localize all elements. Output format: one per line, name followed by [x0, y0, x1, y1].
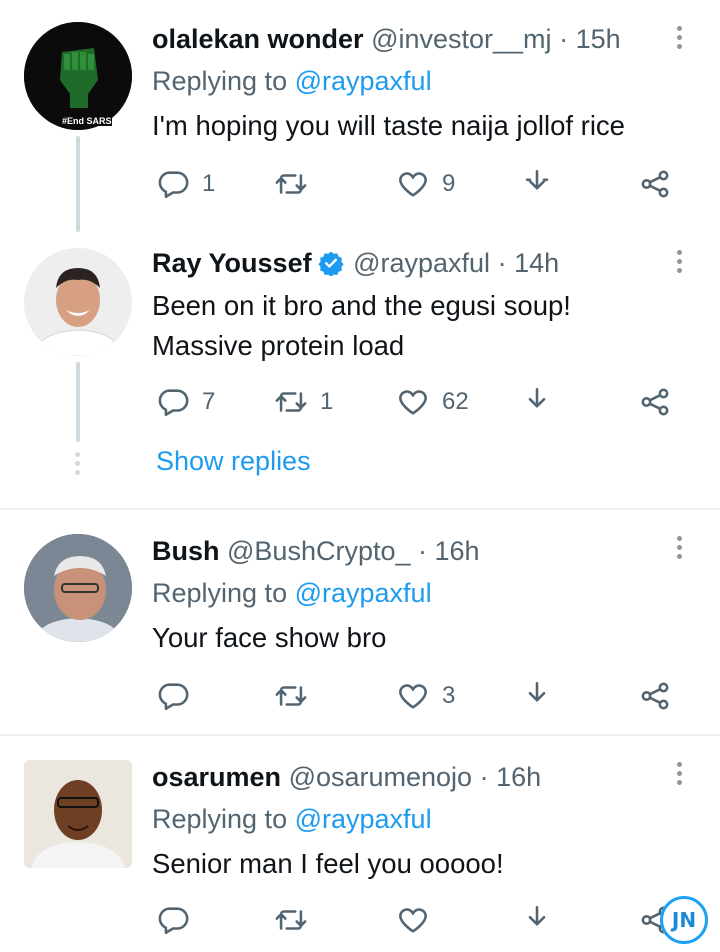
author-handle[interactable]: @BushCrypto_ — [227, 536, 411, 566]
network-share-icon — [641, 682, 669, 710]
thread-line — [76, 362, 80, 442]
tweet-text: Your face show bro — [152, 622, 387, 653]
replying-to: Replying to @raypaxful — [152, 578, 432, 608]
avatar[interactable] — [24, 248, 132, 356]
timestamp[interactable]: · 14h — [498, 248, 560, 278]
timestamp[interactable]: · 16h — [418, 536, 480, 566]
connect-button[interactable] — [638, 164, 672, 204]
like-icon — [399, 684, 427, 709]
more-icon[interactable] — [672, 762, 686, 790]
replying-to: Replying to @raypaxful — [152, 804, 432, 834]
like-button[interactable]: 3 — [396, 676, 455, 716]
divider — [0, 508, 720, 510]
like-count: 9 — [442, 170, 456, 197]
like-button[interactable]: 9 — [396, 164, 455, 204]
avatar-caption: #End SARS — [62, 116, 112, 126]
tweet-osarumen[interactable]: osarumen @osarumenojo · 16h Replying to … — [0, 738, 720, 952]
reply-icon — [158, 907, 189, 935]
share-icon — [528, 681, 546, 702]
like-icon — [399, 908, 427, 933]
reply-button[interactable] — [156, 676, 202, 716]
like-icon — [399, 390, 427, 415]
connect-button[interactable] — [638, 676, 672, 716]
network-share-icon — [641, 388, 669, 416]
like-button[interactable]: 62 — [396, 382, 469, 422]
share-button[interactable] — [520, 164, 554, 204]
like-icon — [399, 172, 427, 197]
tweet-text: Senior man I feel you ooooo! — [152, 848, 504, 879]
tweet-header: Bush @BushCrypto_ · 16h — [152, 536, 480, 567]
timestamp[interactable]: · 15h — [559, 24, 621, 54]
timestamp[interactable]: · 16h — [480, 762, 542, 792]
reply-count: 7 — [202, 388, 216, 415]
like-button[interactable] — [396, 900, 430, 940]
author-name[interactable]: osarumen — [152, 762, 281, 792]
share-button[interactable] — [520, 382, 554, 422]
watermark-logo: JN — [660, 896, 708, 944]
retweet-icon — [275, 910, 307, 930]
avatar[interactable] — [24, 760, 132, 868]
author-name[interactable]: olalekan wonder — [152, 24, 364, 54]
tweet-text: I'm hoping you will taste naija jollof r… — [152, 110, 625, 141]
share-icon — [528, 387, 546, 408]
avatar[interactable] — [24, 534, 132, 642]
author-handle[interactable]: @osarumenojo — [289, 762, 473, 792]
thread-line — [76, 136, 80, 232]
share-icon — [528, 905, 546, 926]
reply-button[interactable] — [156, 900, 190, 940]
network-share-icon — [641, 170, 669, 198]
replying-to-handle[interactable]: @raypaxful — [295, 804, 432, 834]
tweet-header: Ray Youssef @raypaxful · 14h — [152, 248, 559, 279]
share-icon — [525, 169, 549, 190]
tweet-olalekan[interactable]: #End SARS olalekan wonder @investor__mj … — [0, 0, 720, 232]
tweet-ray-youssef[interactable]: Ray Youssef @raypaxful · 14h Been on it … — [0, 232, 720, 504]
like-count: 3 — [442, 682, 456, 709]
tweet-bush[interactable]: Bush @BushCrypto_ · 16h Replying to @ray… — [0, 512, 720, 732]
reply-count: 1 — [202, 170, 216, 197]
retweet-icon — [275, 686, 307, 706]
retweet-icon — [275, 174, 307, 194]
like-count: 62 — [442, 388, 469, 415]
thread-dots — [75, 452, 81, 479]
retweet-button[interactable] — [274, 164, 320, 204]
replying-to: Replying to @raypaxful — [152, 66, 432, 96]
tweet-header: osarumen @osarumenojo · 16h — [152, 762, 541, 793]
tweet-text: Been on it bro and the egusi soup! Massi… — [152, 290, 571, 361]
show-replies-link[interactable]: Show replies — [156, 446, 311, 477]
reply-icon — [158, 683, 189, 711]
replying-to-handle[interactable]: @raypaxful — [295, 578, 432, 608]
reply-button[interactable]: 1 — [156, 164, 215, 204]
reply-button[interactable]: 7 — [156, 382, 215, 422]
more-icon[interactable] — [672, 536, 686, 564]
author-handle[interactable]: @raypaxful — [353, 248, 490, 278]
more-icon[interactable] — [672, 26, 686, 54]
verified-icon — [318, 251, 344, 276]
author-name[interactable]: Ray Youssef — [152, 248, 312, 278]
reply-icon — [158, 171, 189, 199]
connect-button[interactable] — [638, 382, 672, 422]
retweet-button[interactable] — [274, 676, 320, 716]
share-button[interactable] — [520, 900, 554, 940]
retweet-icon — [275, 392, 307, 412]
tweet-header: olalekan wonder @investor__mj · 15h — [152, 24, 621, 55]
retweet-button[interactable]: 1 — [274, 382, 333, 422]
more-icon[interactable] — [672, 250, 686, 278]
author-handle[interactable]: @investor__mj — [371, 24, 551, 54]
share-button[interactable] — [520, 676, 554, 716]
divider — [0, 734, 720, 736]
retweet-button[interactable] — [274, 900, 308, 940]
replying-to-handle[interactable]: @raypaxful — [295, 66, 432, 96]
author-name[interactable]: Bush — [152, 536, 220, 566]
retweet-count: 1 — [320, 388, 334, 415]
avatar[interactable] — [24, 22, 132, 130]
reply-icon — [158, 389, 189, 417]
